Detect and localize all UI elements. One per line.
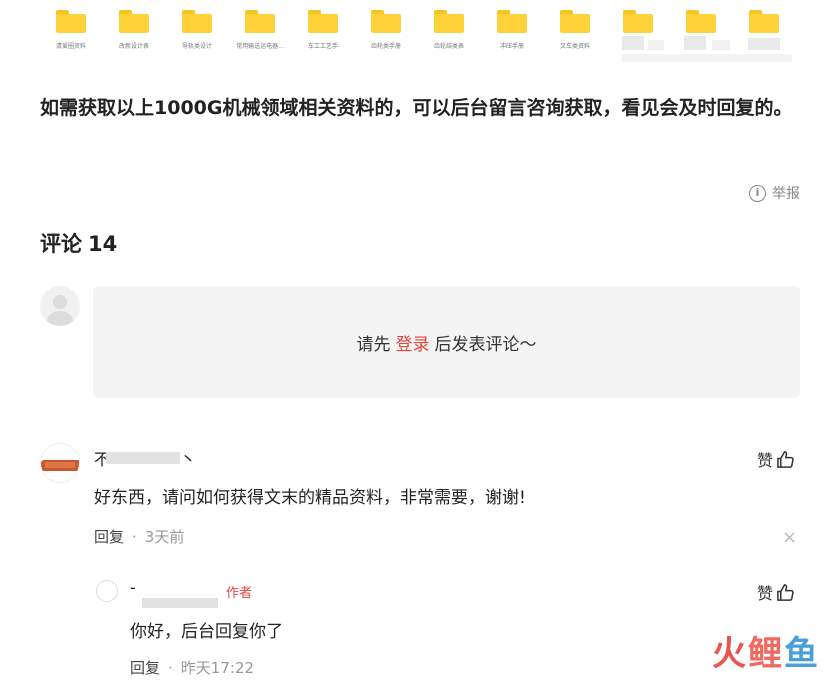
comments-count: 14: [88, 232, 118, 256]
folder-label: 改新设计表: [118, 43, 149, 50]
folder-label: 冲压手册: [499, 43, 524, 50]
folder-item[interactable]: [733, 6, 795, 33]
username-redaction: [106, 452, 180, 464]
like-button[interactable]: 赞: [757, 580, 795, 604]
folder-item[interactable]: 改新设计表: [103, 6, 165, 50]
folder-icon: [56, 10, 86, 33]
folder-label: 叉车类资料: [559, 43, 590, 50]
folder-item[interactable]: 车工工艺手: [292, 6, 354, 50]
report-label: 举报: [772, 186, 800, 202]
reply-text: 你好，后台回复你了: [130, 622, 283, 642]
folder-icon: [119, 10, 149, 33]
dot-separator: ·: [132, 527, 137, 546]
folder-icon: [245, 10, 275, 33]
folder-icon: [434, 10, 464, 33]
dot-separator: ·: [168, 658, 173, 677]
folder-label: 车工工艺手: [307, 43, 338, 50]
watermark-logo: 火 鲤 鱼: [712, 634, 818, 674]
folder-icon: [686, 10, 716, 33]
folder-icon: [560, 10, 590, 33]
comments-title: 评论 14: [40, 228, 123, 258]
like-label: 赞: [757, 584, 774, 603]
comment-time: 3天前: [144, 528, 185, 546]
login-prompt-after: 后发表评论～: [434, 334, 537, 355]
folder-label: 齿轮结类表: [433, 43, 464, 50]
folder-item[interactable]: 清爱圈资料: [40, 6, 102, 50]
avatar[interactable]: [40, 443, 80, 483]
folder-icon: [623, 10, 653, 33]
folder-item[interactable]: [670, 6, 732, 33]
username-redaction: [142, 598, 218, 608]
like-label: 赞: [757, 451, 774, 470]
comment-login-box[interactable]: 请先 登录 后发表评论～: [93, 286, 800, 398]
folder-item[interactable]: 常用输送运电器...: [229, 6, 291, 50]
folder-icon: [749, 10, 779, 33]
close-icon[interactable]: ×: [782, 527, 797, 548]
reply-meta: 回复 · 昨天17:22: [130, 657, 254, 678]
like-button[interactable]: 赞: [757, 447, 795, 471]
folder-item[interactable]: 冲压手册: [481, 6, 543, 50]
folder-item[interactable]: 叉车类资料: [544, 6, 606, 50]
folder-icon: [308, 10, 338, 33]
folder-strip: 清爱圈资料 改新设计表 导轨类设计 常用输送运电器... 车工工艺手 齿轮类手册…: [40, 6, 820, 64]
folder-label: 导轨类设计: [181, 43, 212, 50]
folder-label: 清爱圈资料: [55, 43, 86, 50]
folder-item[interactable]: 导轨类设计: [166, 6, 228, 50]
thumbs-up-icon: [777, 583, 794, 601]
folder-icon: [371, 10, 401, 33]
info-icon: i: [749, 184, 766, 202]
reply-time: 昨天17:22: [180, 659, 255, 677]
reply-button[interactable]: 回复: [94, 526, 124, 547]
folder-item[interactable]: 齿轮结类表: [418, 6, 480, 50]
thumbs-up-icon: [777, 450, 794, 468]
login-link[interactable]: 登录: [396, 330, 430, 355]
reply-button[interactable]: 回复: [130, 657, 160, 678]
comment-text: 好东西，请问如何获得文末的精品资料，非常需要，谢谢!: [94, 488, 526, 508]
avatar[interactable]: [96, 580, 118, 602]
folder-icon: [182, 10, 212, 33]
author-tag: 作者: [226, 586, 253, 601]
comment-username-tail: 丶: [180, 450, 197, 469]
folder-item[interactable]: [607, 6, 669, 33]
folder-item[interactable]: 齿轮类手册: [355, 6, 417, 50]
report-button[interactable]: i 举报: [749, 183, 800, 203]
reply-username[interactable]: -: [130, 578, 136, 597]
comments-title-label: 评论: [40, 232, 82, 256]
folder-label: 齿轮类手册: [370, 43, 401, 50]
folder-label: 常用输送运电器...: [236, 43, 284, 50]
folder-icon: [497, 10, 527, 33]
article-text: 如需获取以上1000G机械领域相关资料的，可以后台留言咨询获取，看见会及时回复的…: [40, 97, 793, 119]
login-prompt-before: 请先: [356, 334, 391, 355]
blurred-labels: [622, 36, 822, 70]
current-user-avatar: [40, 286, 80, 326]
comment-meta: 回复 · 3天前: [94, 526, 184, 547]
